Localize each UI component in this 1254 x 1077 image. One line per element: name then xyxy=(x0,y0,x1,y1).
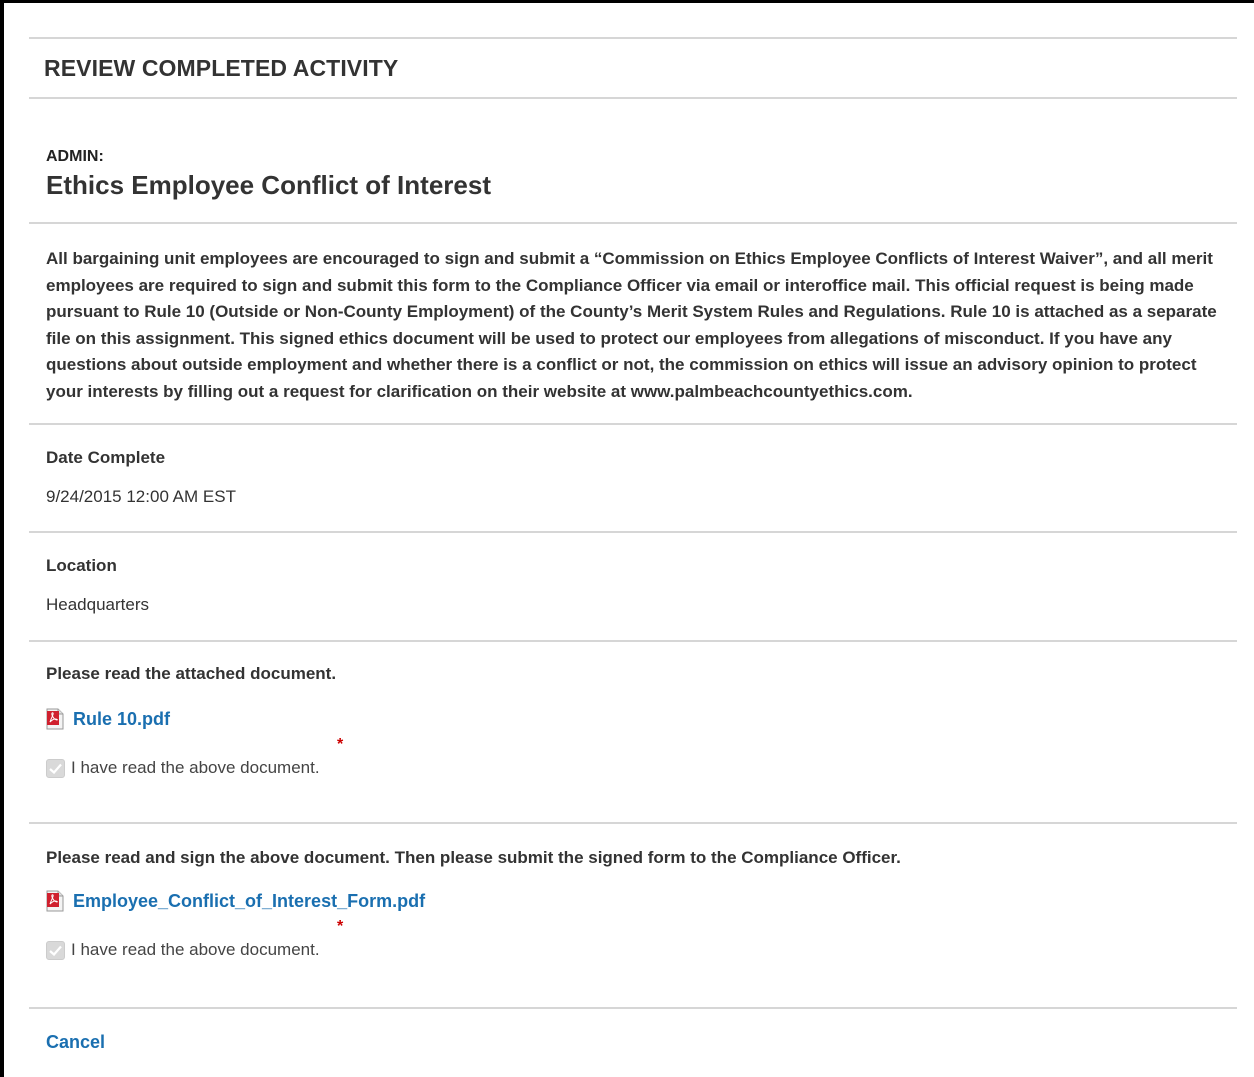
pdf-icon xyxy=(46,708,64,730)
acknowledge-row: I have read the above document. * xyxy=(46,918,1237,960)
document-instruction: Please read the attached document. xyxy=(46,664,337,683)
check-icon xyxy=(49,763,62,774)
acknowledge-label: I have read the above document. xyxy=(71,940,320,959)
activity-title: Ethics Employee Conflict of Interest xyxy=(46,170,491,200)
cancel-link[interactable]: Cancel xyxy=(46,1032,105,1052)
document-instruction: Please read and sign the above document.… xyxy=(46,848,901,867)
page-title: REVIEW COMPLETED ACTIVITY xyxy=(44,54,399,81)
required-asterisk: * xyxy=(337,918,344,935)
location-field: Location Headquarters xyxy=(29,533,1237,640)
date-complete-value: 9/24/2015 12:00 AM EST xyxy=(46,487,236,506)
document-item: Please read and sign the above document.… xyxy=(29,824,1237,1007)
document-link-label: Rule 10.pdf xyxy=(73,708,171,729)
acknowledge-label: I have read the above document. xyxy=(71,758,320,777)
panel-footer: Cancel xyxy=(29,1009,1237,1053)
acknowledge-row: I have read the above document. * xyxy=(46,736,1237,778)
location-label: Location xyxy=(46,556,117,575)
check-icon xyxy=(49,945,62,956)
review-activity-panel: REVIEW COMPLETED ACTIVITY ADMIN: Ethics … xyxy=(29,37,1237,1053)
date-complete-label: Date Complete xyxy=(46,448,166,467)
document-item: Please read the attached document. Rule … xyxy=(29,642,1237,822)
activity-title-block: ADMIN: Ethics Employee Conflict of Inter… xyxy=(29,99,1237,222)
admin-label: ADMIN: xyxy=(46,148,104,165)
panel-header: REVIEW COMPLETED ACTIVITY xyxy=(29,39,1237,97)
activity-description: All bargaining unit employees are encour… xyxy=(46,249,1217,401)
document-link-conflict-form[interactable]: Employee_Conflict_of_Interest_Form.pdf xyxy=(46,890,1237,912)
location-value: Headquarters xyxy=(46,595,150,614)
document-link-rule-10[interactable]: Rule 10.pdf xyxy=(46,708,1237,730)
required-asterisk: * xyxy=(337,736,344,753)
acknowledge-checkbox[interactable] xyxy=(46,758,65,778)
acknowledge-checkbox[interactable] xyxy=(46,940,65,960)
pdf-icon xyxy=(46,890,64,912)
date-complete-field: Date Complete 9/24/2015 12:00 AM EST xyxy=(29,425,1237,531)
document-link-label: Employee_Conflict_of_Interest_Form.pdf xyxy=(73,890,426,911)
